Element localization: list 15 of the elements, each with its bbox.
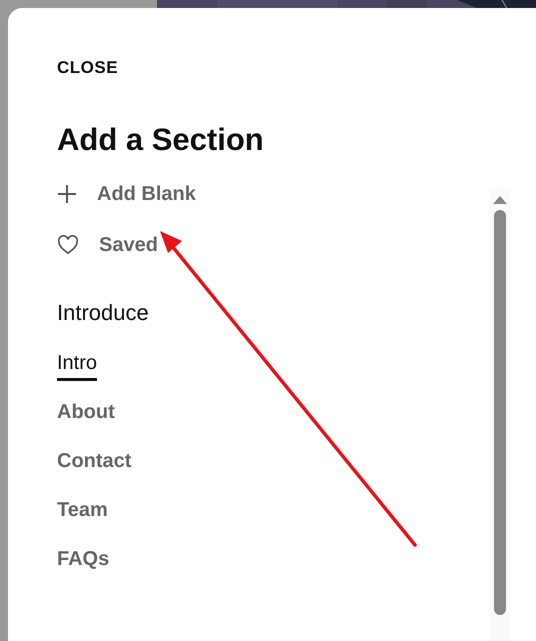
section-item[interactable]: Intro [57, 349, 98, 381]
section-item[interactable]: FAQs [57, 545, 110, 573]
scrollbar[interactable] [489, 188, 511, 641]
category-heading: Introduce [57, 299, 149, 327]
close-button[interactable]: CLOSE [57, 58, 118, 78]
section-item[interactable]: Team [57, 496, 108, 524]
plus-icon [57, 184, 77, 204]
panel-title: Add a Section [57, 122, 264, 158]
heart-icon [57, 235, 79, 255]
section-item[interactable]: Contact [57, 447, 132, 475]
scroll-up-icon[interactable] [493, 196, 507, 204]
scroll-thumb[interactable] [494, 210, 506, 615]
section-item[interactable]: About [57, 398, 115, 426]
action-item[interactable]: Add Blank [57, 179, 196, 209]
action-item[interactable]: Saved [57, 230, 158, 260]
